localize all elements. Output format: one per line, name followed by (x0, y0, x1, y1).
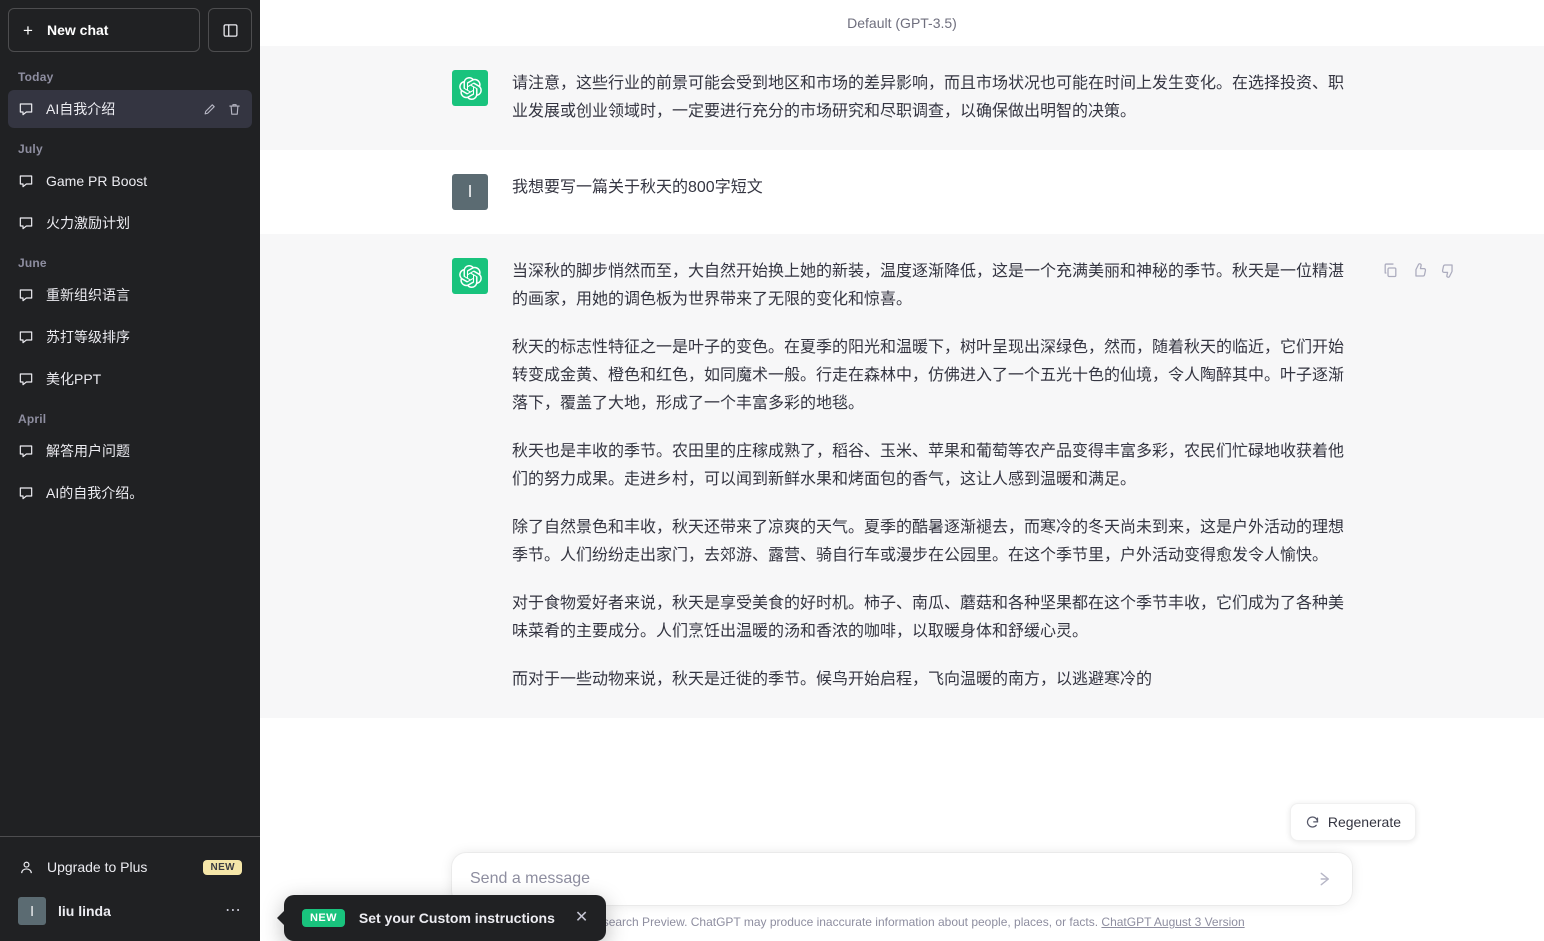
openai-logo-icon (458, 264, 482, 288)
conversation-title: 火力激励计划 (46, 215, 130, 231)
message-input[interactable] (470, 867, 1304, 891)
copy-button[interactable] (1380, 260, 1401, 281)
refresh-icon (1306, 815, 1318, 828)
conversation-title: 苏打等级排序 (46, 329, 130, 345)
message-body: 当深秋的脚步悄然而至，大自然开始换上她的新装，温度逐渐降低，这是一个充满美丽和神… (512, 258, 1352, 694)
message-paragraph: 除了自然景色和丰收，秋天还带来了凉爽的天气。夏季的酷暑逐渐褪去，而寒冷的冬天尚未… (512, 519, 1345, 564)
conversation-item[interactable]: 解答用户问题 (8, 432, 252, 470)
message-paragraph: 当深秋的脚步悄然而至，大自然开始换上她的新装，温度逐渐降低，这是一个充满美丽和神… (512, 263, 1345, 308)
new-chat-label: New chat (47, 22, 109, 38)
sidebar-group-label: June (18, 256, 47, 270)
message-actions (1380, 260, 1459, 281)
regenerate-container: Regenerate (1289, 803, 1416, 841)
account-name: liu linda (58, 903, 111, 919)
user-message: l 我想要写一篇关于秋天的800字短文 (260, 150, 1544, 234)
new-chat-button[interactable]: + New chat (8, 8, 200, 52)
message-paragraph: 请注意，这些行业的前景可能会受到地区和市场的差异影响，而且市场状况也可能在时间上… (512, 75, 1345, 120)
conversation-item[interactable]: AI的自我介绍。 (8, 474, 252, 512)
conversation-item[interactable]: AI自我介绍 (8, 90, 252, 128)
conversation-item[interactable]: 重新组织语言 (8, 276, 252, 314)
chat-bubble-icon (19, 103, 33, 116)
sidebar-group-label: Today (18, 70, 54, 84)
sidebar: + New chat Today AI自我介绍 July Game PR Boost 火… (0, 0, 260, 941)
delete-conversation-button[interactable] (227, 102, 242, 117)
toast-new-badge: NEW (302, 909, 345, 927)
conversation-title: AI自我介绍 (46, 101, 116, 117)
version-link[interactable]: ChatGPT August 3 Version (1101, 915, 1244, 929)
send-arrow-icon (1320, 872, 1330, 886)
regenerate-label: Regenerate (1327, 814, 1401, 830)
sidebar-panel-icon (222, 23, 238, 37)
sidebar-group-label: July (18, 142, 43, 156)
toast-label: Set your Custom instructions (358, 910, 555, 926)
thumbs-up-button[interactable] (1409, 260, 1430, 281)
sidebar-footer: Upgrade to Plus NEW l liu linda ⋯ (0, 836, 260, 941)
rename-conversation-button[interactable] (202, 102, 217, 117)
trash-icon (229, 103, 240, 115)
conversation-title: Game PR Boost (46, 173, 148, 189)
assistant-message: 请注意，这些行业的前景可能会受到地区和市场的差异影响，而且市场状况也可能在时间上… (260, 46, 1544, 150)
person-icon (21, 861, 32, 873)
message-paragraph: 我想要写一篇关于秋天的800字短文 (512, 179, 763, 196)
chat-bubble-icon (19, 445, 33, 458)
message-paragraph: 秋天也是丰收的季节。农田里的庄稼成熟了，稻谷、玉米、苹果和葡萄等农产品变得丰富多… (512, 443, 1345, 488)
message-inner: 当深秋的脚步悄然而至，大自然开始换上她的新装，温度逐渐降低，这是一个充满美丽和神… (327, 234, 1477, 718)
message-body: 请注意，这些行业的前景可能会受到地区和市场的差异影响，而且市场状况也可能在时间上… (512, 70, 1352, 126)
chat-bubble-icon (19, 289, 33, 302)
upgrade-to-plus-button[interactable]: Upgrade to Plus NEW (8, 845, 252, 889)
assistant-message: 当深秋的脚步悄然而至，大自然开始换上她的新装，温度逐渐降低，这是一个充满美丽和神… (260, 234, 1544, 718)
message-paragraph-clipped: 而对于一些动物来说，秋天是迁徙的季节。候鸟开始启程，飞向温暖的南方，以逃避寒冷的 (512, 671, 1153, 688)
conversation-title: 重新组织语言 (46, 287, 130, 303)
chat-bubble-icon (19, 175, 33, 188)
conversation-title: 解答用户问题 (46, 443, 130, 459)
pencil-icon (204, 103, 215, 114)
upgrade-label: Upgrade to Plus (47, 859, 148, 875)
conversation-item[interactable]: Game PR Boost (8, 162, 252, 200)
sidebar-group-label: April (18, 412, 47, 426)
plus-icon: + (23, 20, 33, 40)
avatar: l (18, 897, 46, 925)
conversation-row-actions (202, 102, 242, 117)
ellipsis-icon[interactable]: ⋯ (225, 903, 242, 919)
custom-instructions-toast[interactable]: NEW Set your Custom instructions ✕ (284, 895, 607, 941)
copy-icon (1384, 263, 1397, 278)
thumbs-down-icon (1441, 264, 1453, 278)
main-panel: Default (GPT-3.5) 请注意，这些行业的前景可能会受到地区和市场的… (260, 0, 1544, 941)
assistant-avatar (452, 70, 488, 106)
chat-bubble-icon (19, 373, 33, 386)
conversation-title: AI的自我介绍。 (46, 485, 144, 501)
close-icon[interactable]: ✕ (575, 910, 588, 926)
conversation-item[interactable]: 美化PPT (8, 360, 252, 398)
sidebar-header: + New chat (0, 0, 260, 60)
message-inner: 请注意，这些行业的前景可能会受到地区和市场的差异影响，而且市场状况也可能在时间上… (327, 46, 1477, 150)
footer-note-text: Free Research Preview. ChatGPT may produ… (559, 915, 1099, 929)
message-body: 我想要写一篇关于秋天的800字短文 (512, 174, 1352, 210)
chat-bubble-icon (19, 331, 33, 344)
account-button[interactable]: l liu linda ⋯ (8, 889, 252, 933)
message-paragraph: 秋天的标志性特征之一是叶子的变色。在夏季的阳光和温暖下，树叶呈现出深绿色，然而，… (512, 339, 1345, 412)
message-paragraph: 对于食物爱好者来说，秋天是享受美食的好时机。柿子、南瓜、蘑菇和各种坚果都在这个季… (512, 595, 1345, 640)
model-label: Default (GPT-3.5) (847, 15, 957, 31)
upgrade-new-badge: NEW (203, 859, 242, 875)
chat-bubble-icon (19, 487, 33, 500)
chatgpt-app: + New chat Today AI自我介绍 July Game PR Boost 火… (0, 0, 1544, 941)
assistant-avatar (452, 258, 488, 294)
model-selector[interactable]: Default (GPT-3.5) (260, 0, 1544, 46)
message-inner: l 我想要写一篇关于秋天的800字短文 (327, 150, 1477, 234)
conversation-item[interactable]: 火力激励计划 (8, 204, 252, 242)
toggle-sidebar-button[interactable] (208, 8, 252, 52)
thumbs-down-button[interactable] (1438, 260, 1459, 281)
conversation-list[interactable]: Today AI自我介绍 July Game PR Boost 火力激励计划 June 重新… (0, 60, 260, 836)
conversation-title: 美化PPT (46, 371, 102, 387)
regenerate-button[interactable]: Regenerate (1289, 803, 1416, 841)
openai-logo-icon (458, 76, 482, 100)
avatar: l (452, 174, 488, 210)
thumbs-up-icon (1415, 263, 1427, 277)
chat-bubble-icon (19, 217, 33, 230)
send-button[interactable] (1313, 867, 1338, 892)
conversation-item[interactable]: 苏打等级排序 (8, 318, 252, 356)
